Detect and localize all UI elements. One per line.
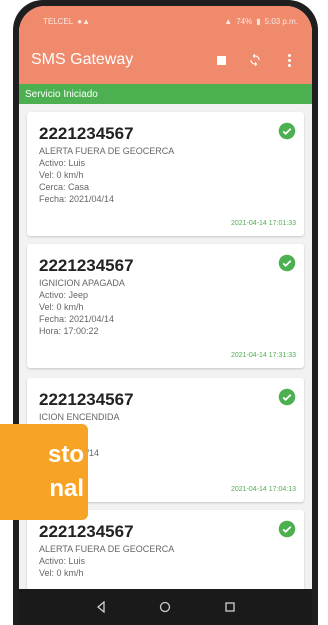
check-circle-icon (278, 122, 296, 140)
card-body: IGNICION APAGADA Activo: Jeep Vel: 0 km/… (39, 277, 125, 337)
card-body: ALERTA FUERA DE GEOCERCA Activo: Luis Ve… (39, 543, 174, 579)
promo-text-line: sto (48, 441, 84, 468)
battery-label: 74% (236, 16, 253, 26)
overflow-menu-button[interactable] (276, 47, 302, 73)
check-circle-icon (278, 388, 296, 406)
message-card[interactable]: 2221234567 ALERTA FUERA DE GEOCERCA Acti… (27, 510, 304, 589)
refresh-icon (250, 53, 260, 67)
carrier-label: TELCEL (43, 16, 74, 26)
refresh-button[interactable] (242, 47, 268, 73)
promo-text-line: nal (49, 475, 84, 502)
phone-screen: TELCEL ●▲ ▲ 74% ▮ 5:03 p.m. SMS Gateway (19, 6, 312, 625)
card-line: Hora: 17:00:22 (39, 326, 99, 336)
service-status-banner: Servicio Iniciado (19, 84, 312, 104)
check-circle-icon (278, 254, 296, 272)
nav-home-button[interactable] (155, 597, 175, 617)
card-phone-number: 2221234567 (39, 522, 134, 541)
check-circle-icon (278, 520, 296, 538)
card-body: ALERTA FUERA DE GEOCERCA Activo: Luis Ve… (39, 145, 174, 205)
card-line: ICION ENCENDIDA (39, 412, 120, 422)
card-line: Fecha: 2021/04/14 (39, 194, 115, 204)
message-card[interactable]: 2221234567 IGNICION APAGADA Activo: Jeep… (27, 244, 304, 368)
card-line: Activo: Luis (39, 556, 86, 566)
status-bar: TELCEL ●▲ ▲ 74% ▮ 5:03 p.m. (19, 6, 312, 36)
card-line: ALERTA FUERA DE GEOCERCA (39, 146, 175, 156)
app-title: SMS Gateway (31, 51, 134, 68)
home-circle-icon (160, 601, 171, 613)
card-line: Vel: 0 km/h (39, 568, 84, 578)
card-line: Fecha: 2021/04/14 (39, 314, 115, 324)
nav-back-button[interactable] (91, 597, 111, 617)
card-phone-number: 2221234567 (39, 390, 134, 409)
signal-icon: ▲ (224, 16, 233, 26)
card-timestamp: 2021-04-14 17:04:13 (231, 486, 296, 493)
card-line: Cerca: Casa (39, 182, 90, 192)
card-line: Vel: 0 km/h (39, 302, 84, 312)
stop-service-button[interactable] (208, 47, 234, 73)
message-card[interactable]: 2221234567 ALERTA FUERA DE GEOCERCA Acti… (27, 112, 304, 236)
clock-label: 5:03 p.m. (264, 16, 298, 26)
back-triangle-icon (97, 601, 105, 613)
more-vert-icon (287, 53, 291, 67)
recents-square-icon (225, 602, 235, 612)
card-timestamp: 2021-04-14 17:01:33 (231, 220, 296, 227)
battery-icon: ▮ (256, 16, 261, 26)
card-line: Activo: Jeep (39, 290, 89, 300)
card-phone-number: 2221234567 (39, 256, 134, 275)
stop-icon (216, 55, 226, 65)
promo-overlay-badge: sto nal (0, 424, 88, 520)
card-phone-number: 2221234567 (39, 124, 134, 143)
app-toolbar: SMS Gateway (19, 36, 312, 84)
card-timestamp: 2021-04-14 17:31:33 (231, 352, 296, 359)
phone-frame: TELCEL ●▲ ▲ 74% ▮ 5:03 p.m. SMS Gateway (13, 0, 318, 625)
card-line: Vel: 0 km/h (39, 170, 84, 180)
card-line: Activo: Luis (39, 158, 86, 168)
status-left: TELCEL ●▲ (43, 17, 90, 26)
system-nav-bar (19, 589, 312, 625)
status-right: ▲ 74% ▮ 5:03 p.m. (224, 17, 298, 26)
card-line: IGNICION APAGADA (39, 278, 125, 288)
card-line: ALERTA FUERA DE GEOCERCA (39, 544, 175, 554)
notification-icons: ●▲ (77, 16, 90, 26)
nav-recents-button[interactable] (220, 597, 240, 617)
